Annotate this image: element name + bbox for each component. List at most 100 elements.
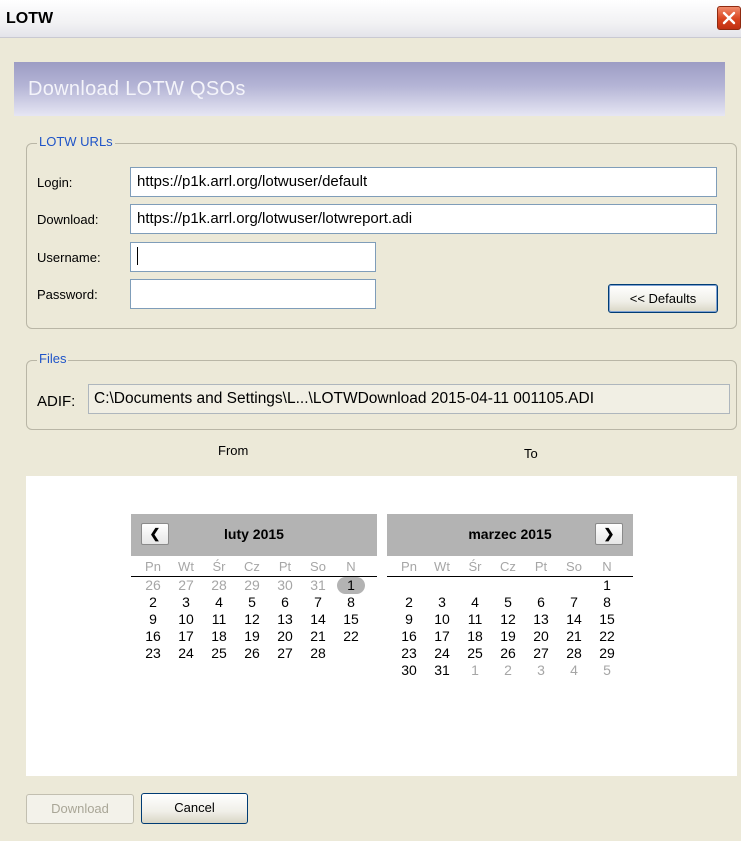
download-button[interactable]: Download: [26, 794, 134, 824]
day-cell[interactable]: 23: [139, 645, 167, 662]
day-cell[interactable]: 5: [593, 662, 621, 679]
day-cell[interactable]: 18: [461, 628, 489, 645]
day-cell[interactable]: 7: [560, 594, 588, 611]
day-cell[interactable]: 22: [593, 628, 621, 645]
day-cell[interactable]: 21: [560, 628, 588, 645]
day-cell[interactable]: 10: [428, 611, 456, 628]
day-cell[interactable]: 31: [304, 577, 332, 594]
day-cell[interactable]: 11: [461, 611, 489, 628]
from-label: From: [218, 443, 249, 458]
day-cell[interactable]: 21: [304, 628, 332, 645]
day-cell[interactable]: 13: [271, 611, 299, 628]
day-cell[interactable]: 30: [271, 577, 299, 594]
day-cell[interactable]: 2: [494, 662, 522, 679]
day-cell[interactable]: 6: [271, 594, 299, 611]
day-cell[interactable]: 14: [304, 611, 332, 628]
prev-month-button[interactable]: ❮: [141, 523, 169, 545]
dialog-header: Download LOTW QSOs: [14, 62, 725, 116]
day-cell[interactable]: 27: [271, 645, 299, 662]
day-cell[interactable]: 26: [238, 645, 266, 662]
day-cell[interactable]: 28: [560, 645, 588, 662]
day-cell[interactable]: 8: [593, 594, 621, 611]
weekday-label: Śr: [212, 559, 226, 574]
day-cell[interactable]: 24: [172, 645, 200, 662]
day-cell[interactable]: 11: [205, 611, 233, 628]
username-field[interactable]: [130, 242, 376, 272]
day-cell[interactable]: 28: [304, 645, 332, 662]
defaults-button[interactable]: << Defaults: [608, 284, 718, 313]
day-cell[interactable]: 2: [139, 594, 167, 611]
day-cell[interactable]: 5: [238, 594, 266, 611]
day-cell[interactable]: 20: [527, 628, 555, 645]
day-cell[interactable]: 10: [172, 611, 200, 628]
cancel-button[interactable]: Cancel: [141, 793, 248, 824]
day-cell[interactable]: 1: [593, 577, 621, 594]
day-cell[interactable]: 29: [238, 577, 266, 594]
day-cell[interactable]: 3: [527, 662, 555, 679]
day-cell[interactable]: 3: [428, 594, 456, 611]
day-cell[interactable]: 14: [560, 611, 588, 628]
day-cell[interactable]: 12: [238, 611, 266, 628]
day-cell[interactable]: 9: [139, 611, 167, 628]
password-label: Password:: [37, 287, 98, 302]
password-field[interactable]: [130, 279, 376, 309]
day-cell[interactable]: 13: [527, 611, 555, 628]
next-month-button[interactable]: ❯: [595, 523, 623, 545]
day-cell[interactable]: 29: [593, 645, 621, 662]
day-cell[interactable]: 17: [428, 628, 456, 645]
weekday-label: N: [346, 559, 356, 574]
day-cell[interactable]: 16: [139, 628, 167, 645]
day-cell[interactable]: 8: [337, 594, 365, 611]
files-legend: Files: [37, 351, 69, 366]
day-cell[interactable]: 25: [205, 645, 233, 662]
weekday-label: Śr: [468, 559, 482, 574]
day-cell[interactable]: 9: [395, 611, 423, 628]
download-label: Download:: [37, 212, 99, 227]
chevron-left-icon: ❮: [149, 526, 161, 541]
calendar-area: luty 2015 ❮ Pn Wt Śr Cz Pt So N 26 27 28 29 30 31 1 2…: [26, 476, 737, 776]
username-label: Username:: [37, 250, 101, 265]
day-cell[interactable]: 15: [593, 611, 621, 628]
weekday-label: Pt: [534, 559, 548, 574]
day-cell[interactable]: 31: [428, 662, 456, 679]
day-cell[interactable]: 23: [395, 645, 423, 662]
title-bar[interactable]: LOTW: [0, 0, 741, 38]
day-cell[interactable]: 26: [139, 577, 167, 594]
day-cell[interactable]: 16: [395, 628, 423, 645]
adif-path-field[interactable]: C:\Documents and Settings\L...\LOTWDownl…: [88, 384, 730, 414]
day-cell[interactable]: 18: [205, 628, 233, 645]
day-cell[interactable]: 15: [337, 611, 365, 628]
day-cell[interactable]: 24: [428, 645, 456, 662]
day-cell[interactable]: 7: [304, 594, 332, 611]
day-cell[interactable]: 27: [172, 577, 200, 594]
day-cell[interactable]: 4: [461, 594, 489, 611]
day-cell[interactable]: 25: [461, 645, 489, 662]
close-button[interactable]: [717, 6, 741, 30]
day-cell[interactable]: 17: [172, 628, 200, 645]
weekday-label: Wt: [434, 559, 450, 574]
day-cell[interactable]: 19: [238, 628, 266, 645]
chevron-right-icon: ❯: [603, 526, 615, 541]
selected-day[interactable]: 1: [337, 577, 365, 594]
login-url-field[interactable]: https://p1k.arrl.org/lotwuser/default: [130, 167, 717, 197]
day-cell[interactable]: 12: [494, 611, 522, 628]
weekday-label: Wt: [178, 559, 194, 574]
day-cell[interactable]: 4: [205, 594, 233, 611]
to-label: To: [524, 446, 538, 461]
download-url-field[interactable]: https://p1k.arrl.org/lotwuser/lotwreport…: [130, 204, 717, 234]
day-cell[interactable]: 27: [527, 645, 555, 662]
day-cell[interactable]: 6: [527, 594, 555, 611]
window-title: LOTW: [6, 10, 54, 27]
day-cell[interactable]: 22: [337, 628, 365, 645]
day-cell[interactable]: 3: [172, 594, 200, 611]
day-cell[interactable]: 19: [494, 628, 522, 645]
day-cell[interactable]: 4: [560, 662, 588, 679]
weekday-label: Pt: [278, 559, 292, 574]
day-cell[interactable]: 1: [461, 662, 489, 679]
day-cell[interactable]: 30: [395, 662, 423, 679]
day-cell[interactable]: 20: [271, 628, 299, 645]
day-cell[interactable]: 26: [494, 645, 522, 662]
day-cell[interactable]: 28: [205, 577, 233, 594]
day-cell[interactable]: 5: [494, 594, 522, 611]
day-cell[interactable]: 2: [395, 594, 423, 611]
